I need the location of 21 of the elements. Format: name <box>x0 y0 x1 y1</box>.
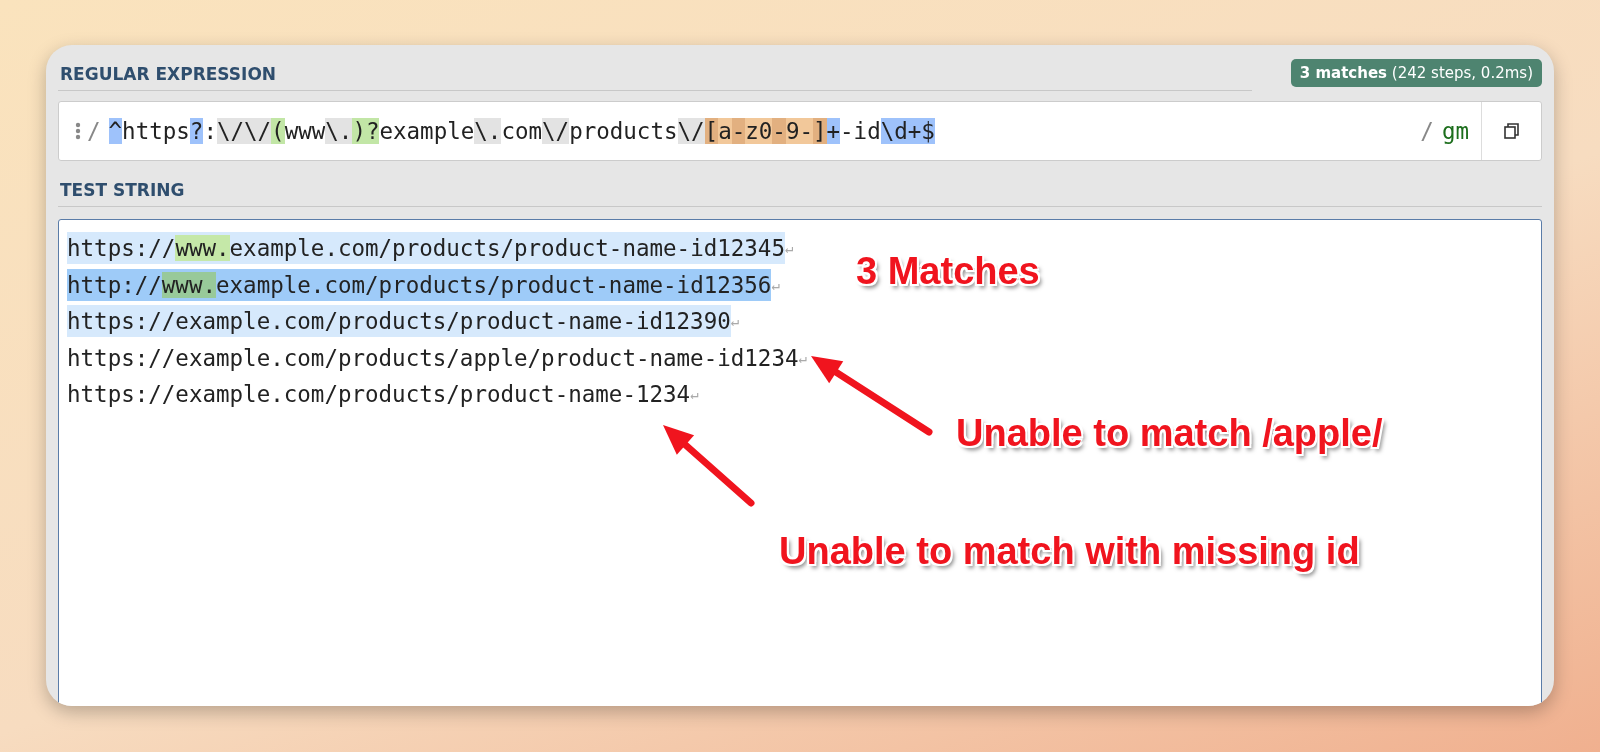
annotation-text: Unable to match with missing id <box>779 530 1360 573</box>
line-break-mark: ↵ <box>798 349 807 366</box>
section-title: REGULAR EXPRESSION <box>58 64 1252 91</box>
annotation-text: Unable to match /apple/ <box>956 412 1383 455</box>
annotation-text: 3 Matches <box>856 250 1040 293</box>
match-count-badge: 3 matches (242 steps, 0.2ms) <box>1290 59 1542 87</box>
regex-flags[interactable]: gm <box>1441 118 1469 144</box>
line-break-mark: ↵ <box>690 386 699 403</box>
test-line: https://example.com/products/apple/product-name-id1234 <box>67 343 799 373</box>
copy-icon <box>1502 122 1521 140</box>
line-break-mark: ↵ <box>730 313 740 330</box>
regex-field[interactable]: / ^https?:\/\/(www\.)?example\.com\/products\/[a-z0-9-]+-id\d+$ / gm <box>58 101 1542 161</box>
line-break-mark: ↵ <box>771 276 780 293</box>
drag-handle-icon[interactable] <box>75 122 81 140</box>
section-title: TEST STRING <box>58 180 1542 207</box>
test-string-field[interactable] <box>58 219 1542 706</box>
regex-pattern: ^https?:\/\/(www\.)?example\.com\/products\/[a-z0-9-]+-id\d+$ <box>108 118 935 144</box>
delimiter: / <box>87 118 101 144</box>
delimiter: / <box>1420 118 1434 144</box>
line-break-mark: ↵ <box>784 240 794 257</box>
test-line: https://example.com/products/product-name-1234 <box>67 380 691 410</box>
